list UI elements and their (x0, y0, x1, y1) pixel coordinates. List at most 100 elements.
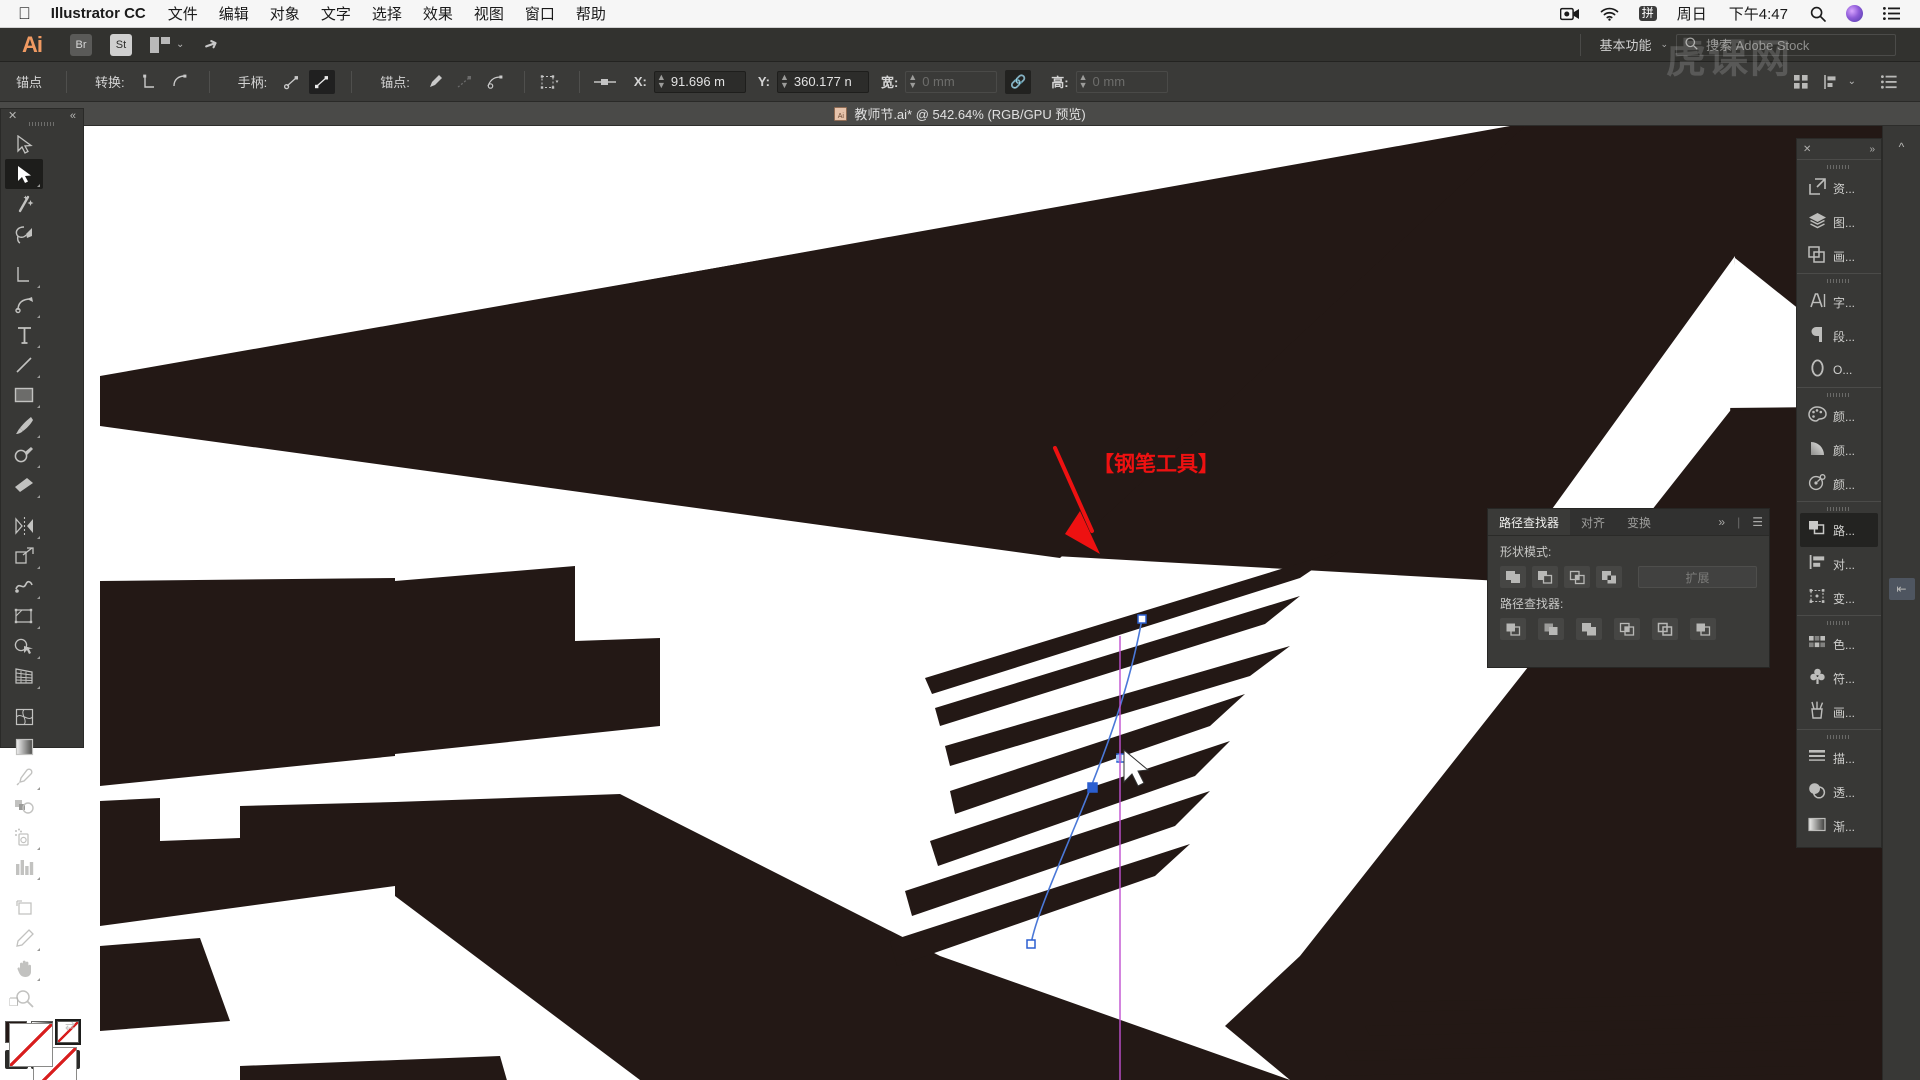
menu-file[interactable]: 文件 (168, 3, 198, 24)
dock-item-color[interactable]: 颜... (1800, 399, 1878, 433)
default-fill-stroke-icon[interactable]: ❐ (9, 996, 19, 1009)
hide-handles-icon[interactable] (309, 69, 336, 94)
direct-selection-tool[interactable] (5, 159, 43, 189)
blend-tool[interactable] (5, 792, 43, 822)
notification-center-icon[interactable] (1883, 7, 1900, 20)
curvature-tool[interactable] (5, 290, 43, 320)
tab-align[interactable]: 对齐 (1570, 509, 1616, 535)
selection-tool[interactable] (5, 129, 43, 159)
crop-icon[interactable] (1614, 618, 1640, 640)
apple-icon[interactable]:  (18, 5, 31, 22)
stock-button[interactable]: St (110, 33, 132, 56)
width-input[interactable]: ▲ ▼ 0 mm (905, 70, 998, 93)
minus-front-icon[interactable] (1532, 566, 1558, 588)
dock-item-align[interactable]: 对... (1800, 547, 1878, 581)
stepper-icon[interactable]: ▲ ▼ (1079, 72, 1088, 89)
menu-object[interactable]: 对象 (270, 3, 300, 24)
dock-item-transparency[interactable]: 透... (1800, 775, 1878, 809)
outline-icon[interactable] (1652, 618, 1678, 640)
perspective-grid-tool[interactable] (5, 661, 43, 691)
dock-item-artboards[interactable]: 画... (1800, 239, 1878, 273)
siri-icon[interactable] (1846, 5, 1863, 22)
menu-effect[interactable]: 效果 (423, 3, 453, 24)
menu-window[interactable]: 窗口 (525, 3, 555, 24)
mesh-tool[interactable] (5, 702, 43, 732)
y-input[interactable]: ▲ ▼ 360.177 n (776, 70, 869, 93)
paintbrush-tool[interactable] (5, 410, 43, 440)
dock-group-grip[interactable] (1797, 504, 1881, 513)
expand-panel-icon[interactable]: » (1712, 509, 1731, 535)
document-title[interactable]: 教师节.ai* @ 542.64% (RGB/GPU 预览) (854, 104, 1085, 123)
chevron-down-icon[interactable]: ⌄ (176, 39, 184, 50)
arrange-documents-icon[interactable] (150, 36, 170, 53)
symbol-sprayer-tool[interactable] (5, 822, 43, 852)
stepper-icon[interactable]: ▲ ▼ (657, 72, 666, 89)
stepper-icon[interactable]: ▲ ▼ (908, 72, 917, 89)
align-panel-icon[interactable] (1788, 70, 1814, 94)
shaper-tool[interactable] (5, 440, 43, 470)
screen-record-icon[interactable] (1559, 7, 1580, 21)
dock-item-gradient[interactable]: 渐... (1800, 809, 1878, 843)
dock-item-character[interactable]: 字... (1800, 285, 1878, 319)
gradient-tool[interactable] (5, 732, 43, 762)
slice-tool[interactable] (5, 923, 43, 953)
eyedropper-tool[interactable] (5, 762, 43, 792)
dock-item-swatches[interactable]: 色... (1800, 627, 1878, 661)
merge-icon[interactable] (1576, 618, 1602, 640)
intersect-icon[interactable] (1564, 566, 1590, 588)
artboard-tool[interactable] (5, 893, 43, 923)
link-dimensions-icon[interactable]: 🔗 (1005, 69, 1032, 94)
divide-icon[interactable] (1500, 618, 1526, 640)
rectangle-tool[interactable] (5, 380, 43, 410)
input-method-indicator[interactable]: 拼 (1638, 5, 1657, 22)
menu-help[interactable]: 帮助 (576, 3, 606, 24)
expand-button[interactable]: 扩展 (1638, 566, 1757, 588)
width-tool[interactable] (5, 571, 43, 601)
swap-fill-stroke-icon[interactable]: ⇄ (65, 1019, 75, 1033)
dock-group-grip[interactable] (1797, 618, 1881, 627)
fill-none-swatch[interactable] (9, 1023, 53, 1067)
menu-type[interactable]: 文字 (321, 3, 351, 24)
menu-select[interactable]: 选择 (372, 3, 402, 24)
column-graph-tool[interactable] (5, 852, 43, 882)
dock-item-asset-export[interactable]: 资... (1800, 171, 1878, 205)
eraser-tool[interactable] (5, 470, 43, 500)
dock-item-recolor[interactable]: 颜... (1800, 467, 1878, 501)
x-input[interactable]: ▲ ▼ 91.696 m (653, 70, 746, 93)
tab-transform[interactable]: 变换 (1616, 509, 1662, 535)
dock-item-brushes[interactable]: 画... (1800, 695, 1878, 729)
dock-item-symbols[interactable]: 符... (1800, 661, 1878, 695)
dock-item-color-guide[interactable]: 颜... (1800, 433, 1878, 467)
rotate-reflect-tool[interactable] (5, 511, 43, 541)
dock-item-opentype[interactable]: O... (1800, 353, 1878, 387)
convert-to-smooth-icon[interactable] (167, 70, 193, 94)
collapse-panel-icon[interactable]: « (70, 110, 76, 122)
close-icon[interactable]: ✕ (8, 109, 17, 122)
close-icon[interactable]: ✕ (1803, 144, 1811, 155)
bridge-button[interactable]: Br (70, 33, 92, 56)
spotlight-search-icon[interactable] (1810, 6, 1826, 22)
cut-path-icon[interactable] (482, 70, 508, 94)
dock-group-grip[interactable] (1797, 390, 1881, 399)
menu-edit[interactable]: 编辑 (219, 3, 249, 24)
lasso-tool[interactable] (5, 219, 43, 249)
exclude-icon[interactable] (1596, 566, 1622, 588)
rocket-icon[interactable]: ➜ (201, 33, 221, 57)
dock-item-stroke[interactable]: 描... (1800, 741, 1878, 775)
line-segment-tool[interactable] (5, 350, 43, 380)
dock-group-grip[interactable] (1797, 276, 1881, 285)
dock-item-paragraph[interactable]: 段... (1800, 319, 1878, 353)
convert-to-corner-icon[interactable] (137, 70, 163, 94)
chevron-down-icon[interactable]: ⌄ (1848, 76, 1856, 87)
collapse-dock-icon[interactable]: ^ (1889, 136, 1915, 158)
menu-view[interactable]: 视图 (474, 3, 504, 24)
transform-panel-icon[interactable] (1818, 70, 1844, 94)
dock-item-transform[interactable]: 变... (1800, 581, 1878, 615)
show-handles-icon[interactable] (279, 70, 305, 94)
workspace-switcher[interactable]: 基本功能 ⌄ (1580, 33, 1668, 56)
expand-panels-icon[interactable]: » (1869, 144, 1875, 155)
dock-item-pathfinder[interactable]: 路... (1800, 513, 1878, 547)
add-anchor-icon[interactable] (422, 70, 448, 94)
dock-group-grip[interactable] (1797, 162, 1881, 171)
magic-wand-tool[interactable] (5, 189, 43, 219)
